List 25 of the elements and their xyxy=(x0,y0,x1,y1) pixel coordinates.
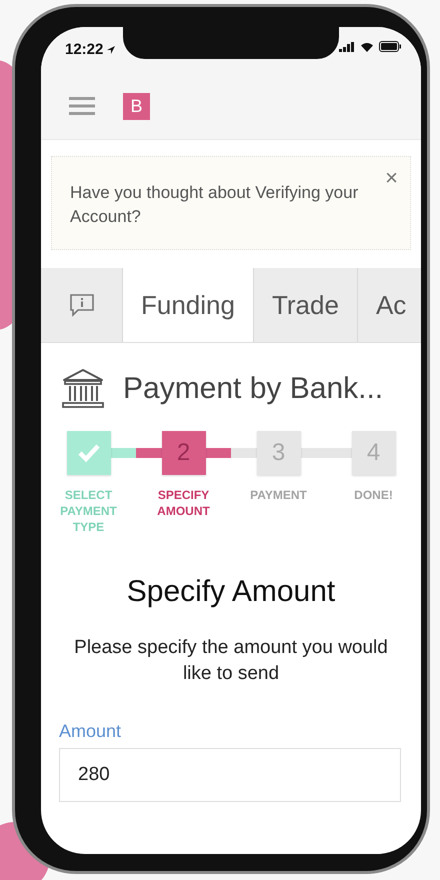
step-label: PAYMENT xyxy=(250,487,307,503)
wifi-icon xyxy=(360,42,374,52)
step-label: SPECIFY AMOUNT xyxy=(156,487,211,519)
step-label: DONE! xyxy=(354,487,393,503)
signal-icon xyxy=(339,42,355,52)
checkmark-icon xyxy=(76,443,100,463)
status-time: 12:22 xyxy=(65,41,104,58)
bank-icon xyxy=(61,367,105,411)
banner-message: Have you thought about Verifying your Account? xyxy=(70,182,360,228)
menu-icon[interactable] xyxy=(69,96,95,116)
info-icon xyxy=(68,293,94,317)
step-marker: 3 xyxy=(256,431,300,475)
location-arrow-icon xyxy=(106,44,116,54)
app-logo[interactable]: B xyxy=(123,92,150,120)
battery-icon xyxy=(379,41,401,52)
step-marker: 4 xyxy=(352,431,396,475)
amount-label: Amount xyxy=(59,721,122,742)
amount-field[interactable]: 280 xyxy=(59,748,401,802)
close-button[interactable]: × xyxy=(381,163,402,193)
section-title: Specify Amount xyxy=(126,575,336,609)
instruction-text: Please specify the amount you would like to send xyxy=(73,636,389,686)
step-label: SELECT PAYMENT TYPE xyxy=(59,487,118,535)
step-marker: 2 xyxy=(162,431,206,475)
page-heading: Payment by Bank... xyxy=(123,372,384,406)
nav-tab[interactable]: Funding xyxy=(123,268,254,342)
